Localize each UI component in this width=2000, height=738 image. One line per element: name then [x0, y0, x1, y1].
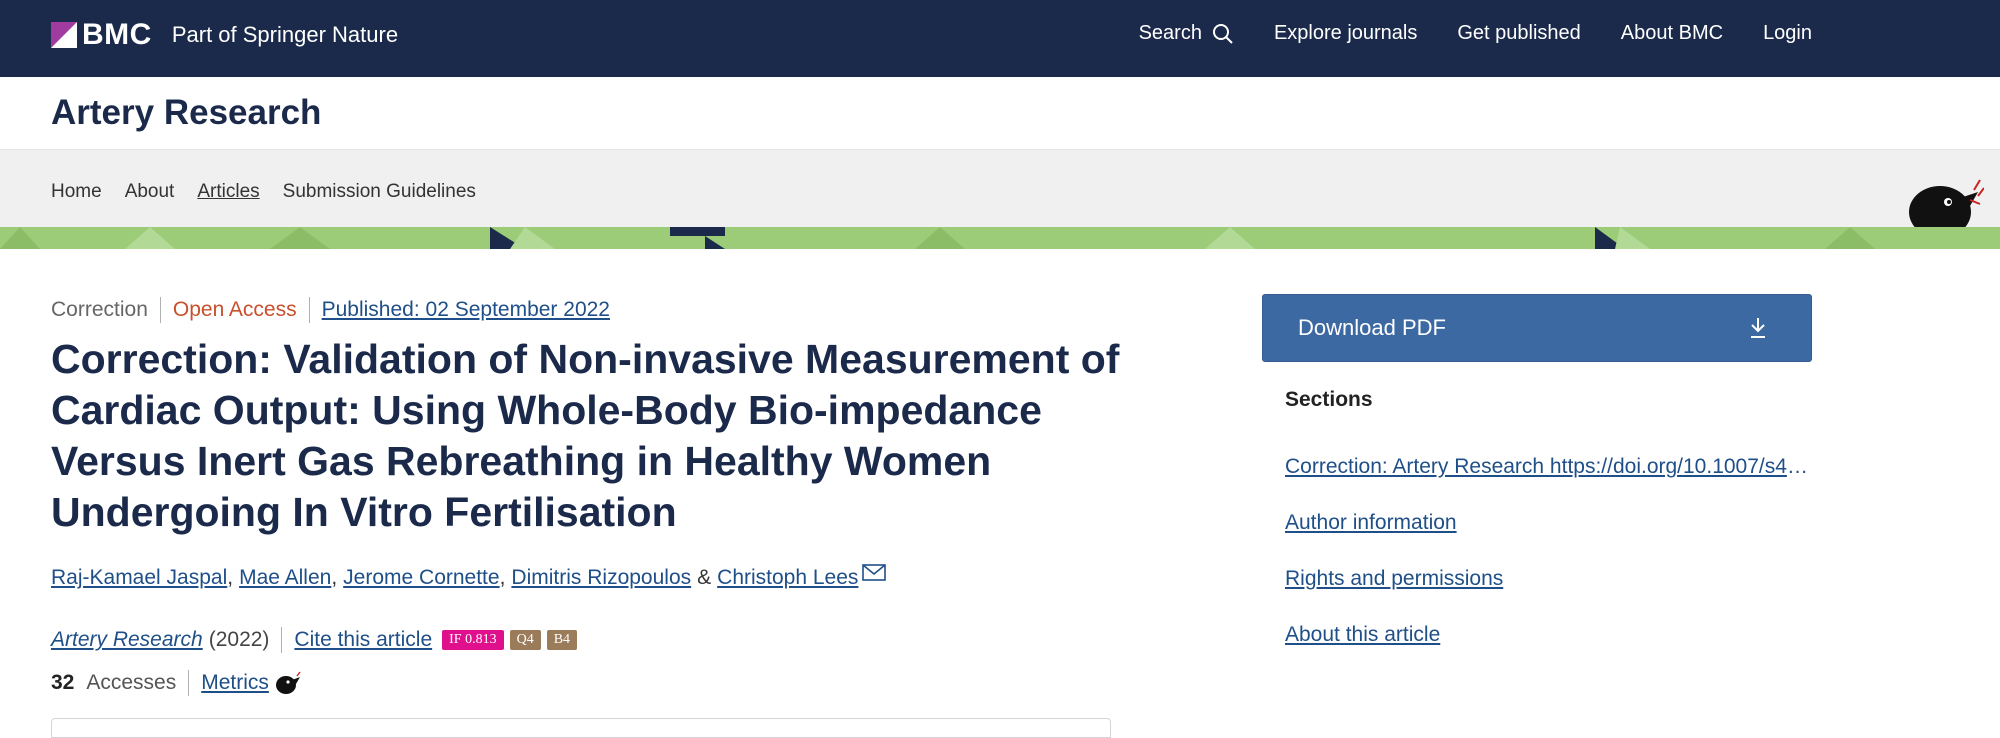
bmc-logo-icon — [51, 22, 77, 48]
content-card-edge — [51, 718, 1111, 738]
section-link-correction[interactable]: Correction: Artery Research https://doi.… — [1285, 455, 1815, 511]
article-meta: Correction Open Access Published: 02 Sep… — [51, 297, 610, 323]
author-list: Raj-Kamael Jaspal, Mae Allen, Jerome Cor… — [51, 564, 888, 590]
ranking-badge: B4 — [546, 630, 578, 650]
article-type: Correction — [51, 298, 148, 321]
nav-articles[interactable]: Articles — [197, 181, 259, 203]
meta-divider — [159, 297, 161, 323]
metrics-link[interactable]: Metrics — [201, 671, 269, 695]
metrics-mascot-icon — [275, 671, 301, 694]
top-bar: BMC Part of Springer Nature Search Explo… — [0, 0, 2000, 77]
search-icon — [1212, 23, 1233, 44]
login-link[interactable]: Login — [1763, 22, 1812, 45]
accesses-count: 32 — [51, 671, 75, 694]
meta-divider — [308, 297, 310, 323]
author-separator: , — [227, 566, 234, 589]
section-link-rights-and-permissions[interactable]: Rights and permissions — [1285, 567, 1815, 623]
published-date-link[interactable]: Published: 02 September 2022 — [322, 298, 610, 322]
search-button[interactable]: Search — [1139, 22, 1234, 45]
open-access-label: Open Access — [172, 298, 297, 321]
sections-list: Correction: Artery Research https://doi.… — [1285, 455, 1815, 679]
explore-journals-link[interactable]: Explore journals — [1274, 22, 1417, 45]
bmc-brand[interactable]: BMC Part of Springer Nature — [51, 18, 398, 52]
journal-header: Artery Research — [0, 77, 2000, 150]
author-link[interactable]: Dimitris Rizopoulos — [511, 566, 691, 590]
mail-icon[interactable] — [862, 562, 888, 584]
journal-nav: Home About Articles Submission Guideline… — [0, 150, 2000, 227]
download-pdf-label: Download PDF — [1298, 315, 1446, 340]
accesses-label: Accesses — [86, 671, 177, 694]
nav-submission-guidelines[interactable]: Submission Guidelines — [283, 181, 476, 203]
get-published-link[interactable]: Get published — [1457, 22, 1580, 45]
meta-divider — [188, 670, 190, 696]
quartile-badge: Q4 — [509, 630, 541, 650]
author-link[interactable]: Christoph Lees — [717, 566, 858, 590]
author-joiner: & — [697, 566, 712, 589]
search-label: Search — [1138, 22, 1202, 44]
decorative-band — [0, 227, 2000, 249]
brand-subtitle: Part of Springer Nature — [171, 22, 399, 47]
impact-factor-badge: IF 0.813 — [442, 630, 504, 650]
nav-home[interactable]: Home — [51, 181, 102, 203]
author-link[interactable]: Mae Allen — [239, 566, 331, 590]
section-link-about-this-article[interactable]: About this article — [1285, 623, 1815, 679]
section-link-author-information[interactable]: Author information — [1285, 511, 1815, 567]
author-link[interactable]: Jerome Cornette — [343, 566, 499, 590]
nav-about[interactable]: About — [125, 181, 175, 203]
publication-year: (2022) — [208, 628, 270, 651]
author-separator: , — [499, 566, 506, 589]
article-title: Correction: Validation of Non-invasive M… — [51, 336, 1120, 535]
sections-heading: Sections — [1285, 388, 1373, 411]
author-link[interactable]: Raj-Kamael Jaspal — [51, 566, 227, 590]
meta-divider — [281, 627, 283, 653]
about-bmc-link[interactable]: About BMC — [1621, 22, 1723, 45]
top-nav: Search Explore journals Get published Ab… — [1099, 22, 1812, 45]
download-icon — [1751, 318, 1765, 338]
journal-link[interactable]: Artery Research — [51, 628, 203, 652]
access-metrics: 32 Accesses Metrics — [51, 670, 301, 696]
cite-article-link[interactable]: Cite this article — [294, 628, 432, 652]
journal-title[interactable]: Artery Research — [51, 93, 321, 133]
citation-line: Artery Research (2022) Cite this article… — [51, 627, 578, 653]
brand-name: BMC — [82, 18, 152, 51]
author-separator: , — [331, 566, 338, 589]
download-pdf-button[interactable]: Download PDF — [1262, 294, 1812, 362]
